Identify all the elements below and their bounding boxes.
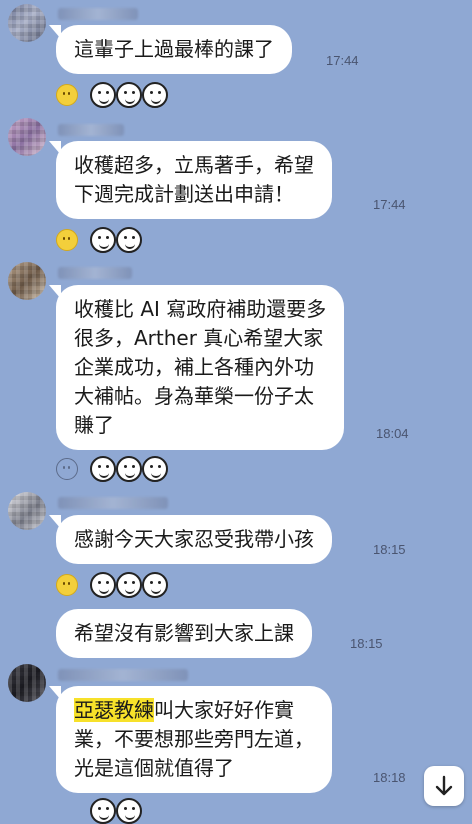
message-time: 18:18 [373, 770, 406, 785]
laughing-face-sticker-icon [90, 456, 116, 482]
sender-name-blurred [58, 267, 132, 279]
laughing-face-sticker-icon [90, 798, 116, 824]
message-bubble[interactable]: 感謝今天大家忍受我帶小孩 [49, 515, 332, 564]
message-time: 18:15 [350, 636, 383, 651]
sender-name-blurred [58, 8, 138, 20]
message-bubble[interactable]: 亞瑟教練叫大家好好作實 業，不要想那些旁門左道， 光是這個就值得了 [49, 686, 332, 793]
message-time: 18:04 [376, 426, 409, 441]
sender-avatar[interactable] [8, 262, 46, 300]
sender-avatar[interactable] [8, 492, 46, 530]
laughing-face-sticker-icon [142, 572, 168, 598]
laughing-face-sticker-icon [142, 82, 168, 108]
smile-reaction-icon[interactable] [56, 574, 78, 596]
laughing-face-sticker-icon [116, 456, 142, 482]
laughing-face-sticker-icon [116, 798, 142, 824]
sender-avatar[interactable] [8, 664, 46, 702]
sender-avatar[interactable] [8, 4, 46, 42]
message-bubble[interactable]: 收穫超多，立馬著手，希望 下週完成計劃送出申請！ [49, 141, 332, 219]
message-bubble[interactable]: 希望沒有影響到大家上課 [56, 609, 312, 658]
message-time: 17:44 [373, 197, 406, 212]
laughing-face-sticker-icon [116, 82, 142, 108]
laughing-face-sticker-icon [116, 227, 142, 253]
sender-name-blurred [58, 497, 168, 509]
laughing-face-sticker-icon [90, 227, 116, 253]
message-time: 18:15 [373, 542, 406, 557]
sender-name-blurred [58, 124, 124, 136]
sender-avatar[interactable] [8, 118, 46, 156]
arrow-down-icon [435, 775, 453, 796]
scroll-to-bottom-button[interactable] [424, 766, 464, 806]
sender-name-blurred [58, 669, 188, 681]
message-bubble[interactable]: 這輩子上過最棒的課了 [49, 25, 292, 74]
message-bubble[interactable]: 收穫比 AI 寫政府補助還要多 很多，Arther 真心希望大家 企業成功，補上… [48, 285, 345, 450]
highlighted-mention: 亞瑟教練 [74, 698, 154, 722]
laughing-face-sticker-icon [142, 456, 168, 482]
laughing-face-sticker-icon [90, 82, 116, 108]
message-time: 17:44 [326, 53, 359, 68]
smile-reaction-icon[interactable] [56, 229, 78, 251]
smile-reaction-icon[interactable] [56, 84, 78, 106]
smile-reaction-icon[interactable] [56, 458, 78, 480]
laughing-face-sticker-icon [116, 572, 142, 598]
laughing-face-sticker-icon [90, 572, 116, 598]
